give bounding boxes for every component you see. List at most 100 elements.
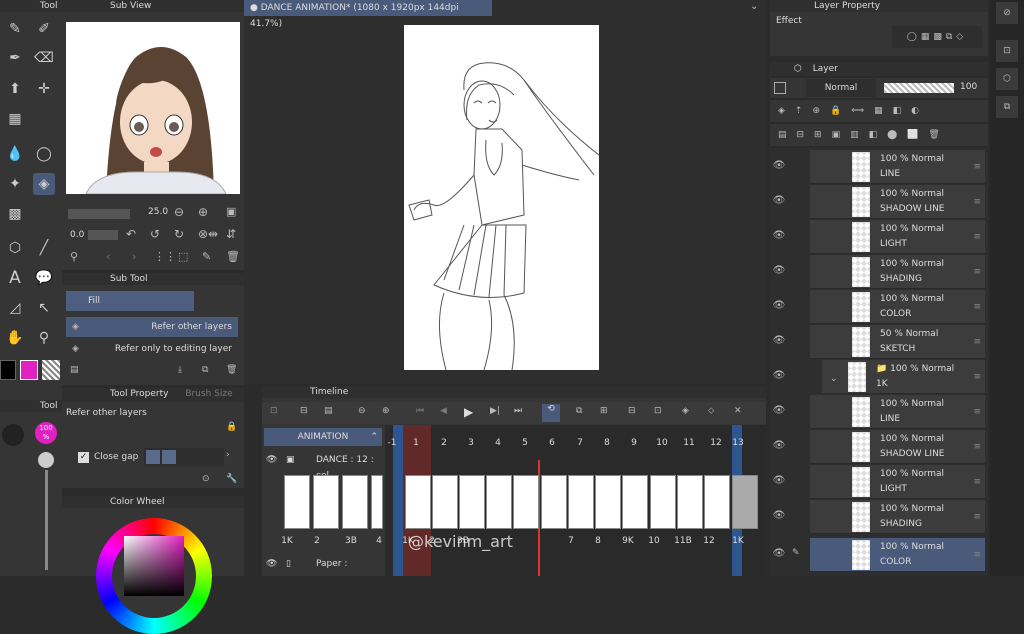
brush-size-slider[interactable]	[68, 209, 130, 219]
brush-size-tab[interactable]: Brush Size	[185, 389, 232, 399]
eyedropper-icon[interactable]: ⚲	[70, 250, 78, 263]
blend-tool-icon[interactable]: 💧	[4, 143, 26, 165]
onion-skin-icon[interactable]: ⊟	[628, 406, 636, 416]
layer-visibility-eye-icon[interactable]: 👁	[772, 510, 786, 521]
sub-color-swatch[interactable]	[20, 360, 38, 380]
blend-mode-select[interactable]: Normal	[806, 79, 876, 97]
canvas-area[interactable]: ● DANCE ANIMATION* (1080 x 1920px 144dpi…	[244, 0, 766, 384]
navigator-icon[interactable]: ▣	[226, 205, 236, 218]
edit-icon[interactable]: ✎	[202, 250, 211, 263]
history-panel-icon[interactable]: ⧉	[996, 96, 1018, 118]
next-arrow-icon[interactable]: ›	[132, 250, 136, 263]
loop-icon[interactable]: ⟲	[542, 404, 560, 422]
grid-view-icon[interactable]: ⋮⋮	[154, 250, 176, 263]
tool-property-wrench-icon[interactable]: 🔧	[226, 474, 237, 484]
timeline-zoom-in-icon[interactable]: ⊕	[382, 406, 390, 416]
layer-item[interactable]: 100 % Normal SHADOW LINE ≡	[810, 185, 985, 219]
lasso-tool-icon[interactable]: ◯	[33, 143, 55, 165]
sub-tool-item-refer-editing[interactable]: ◈ Refer only to editing layer	[66, 339, 238, 359]
layer-item[interactable]: 100 % Normal LIGHT ≡	[810, 220, 985, 254]
play-icon[interactable]: ▶	[464, 405, 473, 419]
prev-arrow-icon[interactable]: ‹	[106, 250, 110, 263]
prev-frame-icon[interactable]: ◀	[440, 406, 447, 416]
cel-frame[interactable]	[677, 475, 703, 529]
new-timeline-icon[interactable]: ⊡	[270, 406, 278, 416]
layer-item[interactable]: 100 % Normal SHADING ≡	[810, 255, 985, 289]
effect-buttons[interactable]: ◯▦▩⧉◇	[892, 26, 982, 48]
flip-horizontal-icon[interactable]: ⇹	[208, 227, 218, 241]
search-panel-icon[interactable]: ⊘	[996, 2, 1018, 24]
cel-frame[interactable]	[513, 475, 539, 529]
layer-visibility-eye-icon[interactable]: 👁	[772, 405, 786, 416]
cel-frame[interactable]	[486, 475, 512, 529]
canvas-tab[interactable]: ● DANCE ANIMATION* (1080 x 1920px 144dpi…	[244, 0, 492, 29]
color-wheel[interactable]	[96, 518, 212, 634]
layer-item[interactable]: 100 % Normal LINE ≡	[810, 150, 985, 184]
rotation-slider[interactable]	[88, 230, 118, 240]
cel-frame[interactable]	[595, 475, 621, 529]
canvas-menu-icon[interactable]: ⌄	[750, 1, 758, 12]
light-table-icon[interactable]: ⊡	[654, 406, 662, 416]
new-cel-icon[interactable]: ⧉	[576, 406, 582, 416]
transform-tool-icon[interactable]: ✛	[33, 78, 55, 100]
last-frame-icon[interactable]: ⏭	[514, 406, 522, 416]
pencil-tool-icon[interactable]: ✐	[33, 18, 55, 40]
eyedropper-tool-icon[interactable]: ⚲	[33, 327, 55, 349]
grid-tool-icon[interactable]: ▦	[4, 108, 26, 130]
cel-thumbnail[interactable]	[342, 475, 368, 529]
delete-view-icon[interactable]: 🗑	[226, 250, 240, 263]
figure-tool-icon[interactable]: ⬡	[4, 237, 26, 259]
sub-tool-delete-icon[interactable]: 🗑	[226, 365, 237, 375]
folder-expand-icon[interactable]: ⌄	[830, 374, 838, 384]
layer-item[interactable]: 100 % Normal COLOR ≡	[810, 290, 985, 324]
move-tool-icon[interactable]: ⬆	[4, 78, 26, 100]
layer-visibility-eye-icon[interactable]: 👁	[772, 548, 786, 559]
layer-visibility-eye-icon[interactable]: 👁	[772, 475, 786, 486]
specify-cel-icon[interactable]: ⊞	[600, 406, 608, 416]
sub-tool-item-refer-other[interactable]: ◈ Refer other layers	[66, 317, 238, 337]
layer-visibility-eye-icon[interactable]: 👁	[772, 160, 786, 171]
cel-frame[interactable]	[405, 475, 431, 529]
cel-track-row[interactable]: 👁 ▣ DANCE : 12 : cel	[262, 452, 386, 481]
opacity-slider-track[interactable]	[45, 470, 48, 570]
sub-tool-group-fill[interactable]: Fill	[66, 291, 194, 311]
layer-visibility-eye-icon[interactable]: 👁	[772, 370, 786, 381]
cel-thumbnail[interactable]	[284, 475, 310, 529]
hand-tool-icon[interactable]: ✋	[4, 327, 26, 349]
balloon-tool-icon[interactable]: 💬	[33, 267, 55, 289]
cel-track-eye-icon[interactable]: 👁	[266, 452, 277, 468]
layer-visibility-eye-icon[interactable]: 👁	[772, 300, 786, 311]
cel-frame[interactable]	[732, 475, 758, 529]
eraser-tool-icon[interactable]: ⌫	[33, 47, 55, 69]
layer-visibility-eye-icon[interactable]: 👁	[772, 440, 786, 451]
lock-icon[interactable]: 🔒	[226, 422, 237, 432]
ruler-tool-icon[interactable]: ◿	[4, 297, 26, 319]
keyframe-add-icon[interactable]: ⬦	[708, 406, 714, 416]
brush-tool-icon[interactable]: ✒	[4, 47, 26, 69]
layer-color-toggle-icon[interactable]	[774, 82, 786, 94]
layer-item[interactable]: 100 % Normal SHADOW LINE ≡	[810, 430, 985, 464]
zoom-in-icon[interactable]: ⊕	[198, 205, 208, 219]
layer-visibility-eye-icon[interactable]: 👁	[772, 195, 786, 206]
zoom-out-icon[interactable]: ⊖	[174, 205, 184, 219]
layer-folder[interactable]: 📁 100 % Normal 1K ≡	[822, 360, 985, 394]
layer-item[interactable]: 100 % Normal SHADING ≡	[810, 500, 985, 534]
reset-rotation-icon[interactable]: ⊗	[198, 227, 208, 241]
cel-thumbnail[interactable]	[313, 475, 339, 529]
layer-item[interactable]: 100 % Normal LINE ≡	[810, 395, 985, 429]
layer-visibility-eye-icon[interactable]: 👁	[772, 335, 786, 346]
timeline-zoom-out-icon[interactable]: ⊖	[358, 406, 366, 416]
rotate-cw-icon[interactable]: ↻	[174, 227, 184, 241]
animation-folder-label[interactable]: ANIMATION ⌃	[264, 428, 382, 446]
layer-item[interactable]: 100 % Normal LIGHT ≡	[810, 465, 985, 499]
sub-tool-options-icon[interactable]: ▤	[70, 365, 79, 375]
opacity-bar[interactable]	[884, 83, 954, 93]
line-tool-icon[interactable]: ╱	[33, 237, 55, 259]
flip-vertical-icon[interactable]: ⇵	[226, 227, 236, 241]
drawing-canvas[interactable]	[404, 25, 599, 370]
layer-visibility-eye-icon[interactable]: 👁	[772, 230, 786, 241]
cel-frame[interactable]	[622, 475, 648, 529]
cel-frame[interactable]	[704, 475, 730, 529]
cel-frame[interactable]	[650, 475, 676, 529]
pen-tool-icon[interactable]: ✎	[4, 18, 26, 40]
